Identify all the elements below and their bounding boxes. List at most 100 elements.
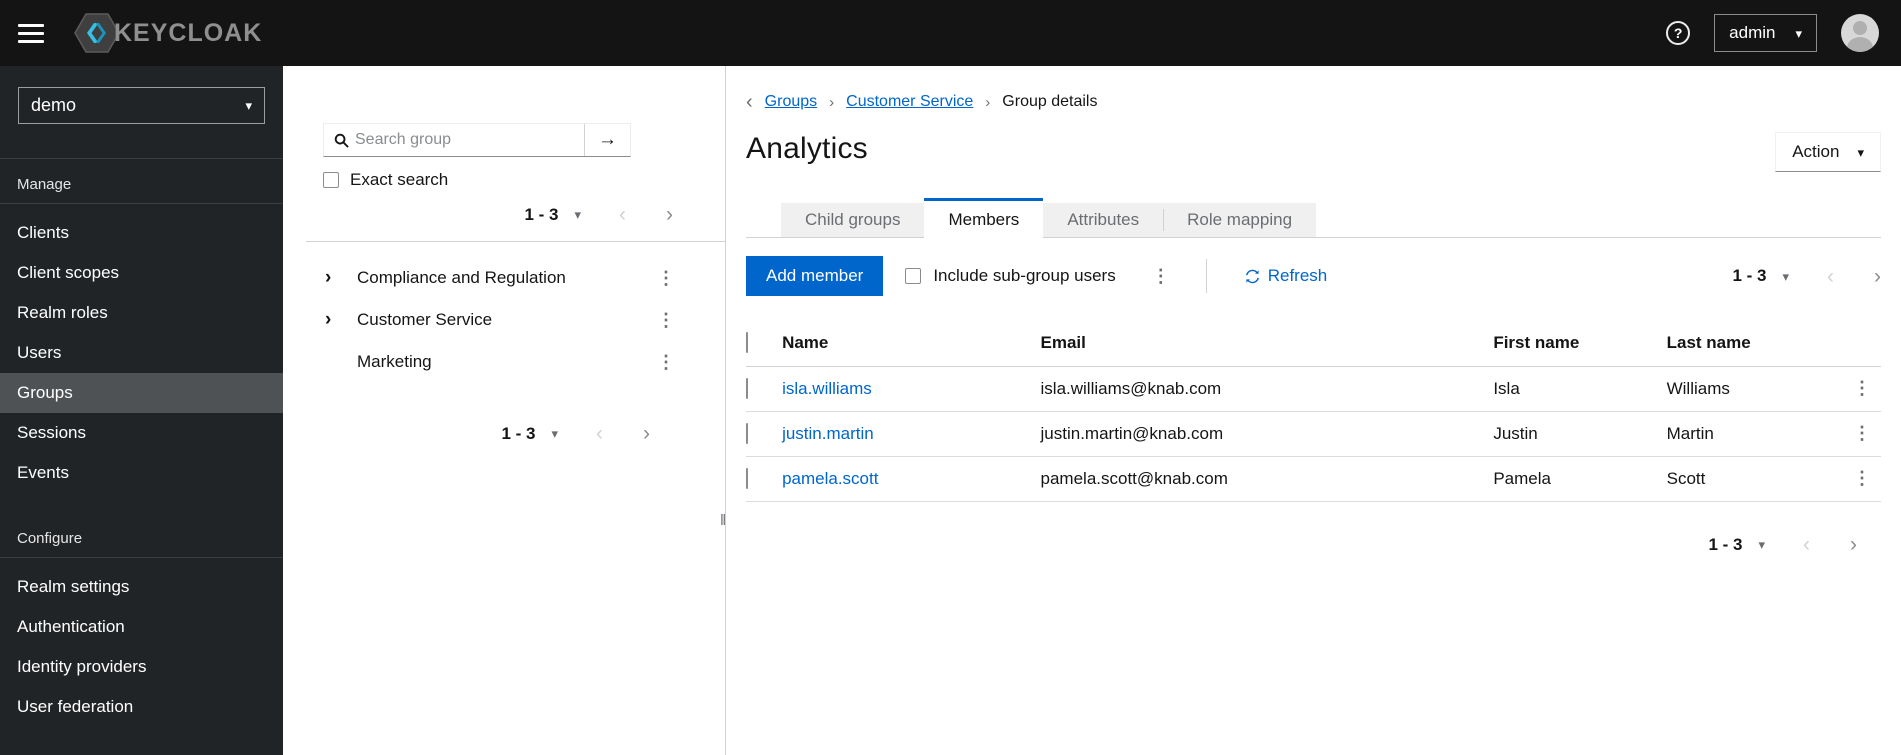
kebab-menu-icon[interactable]: ⋮ xyxy=(657,311,675,329)
action-dropdown[interactable]: Action ▾ xyxy=(1775,132,1881,172)
panel-splitter[interactable]: ‖ xyxy=(720,66,726,755)
caret-down-icon[interactable]: ▾ xyxy=(551,427,558,440)
sidebar-item-clients[interactable]: Clients xyxy=(0,213,283,253)
search-submit-button[interactable]: → xyxy=(584,124,630,156)
avatar[interactable] xyxy=(1841,14,1879,52)
sidebar-item-groups[interactable]: Groups xyxy=(0,373,283,413)
sidebar-item-user-federation[interactable]: User federation xyxy=(0,687,283,727)
tree-item-marketing[interactable]: Marketing ⋮ xyxy=(323,341,725,383)
exact-search-label: Exact search xyxy=(350,170,449,189)
member-row: pamela.scott pamela.scott@knab.com Pamel… xyxy=(746,456,1881,502)
member-name-link[interactable]: isla.williams xyxy=(782,379,872,398)
row-kebab-icon[interactable]: ⋮ xyxy=(1853,468,1871,488)
user-menu-toggle[interactable]: admin ▾ xyxy=(1714,14,1817,52)
realm-name: demo xyxy=(31,95,77,115)
sidebar-item-realm-roles[interactable]: Realm roles xyxy=(0,293,283,333)
tab-role-mapping[interactable]: Role mapping xyxy=(1163,203,1317,237)
caret-down-icon: ▾ xyxy=(245,98,252,113)
sidebar: demo ▾ Manage Clients Client scopes Real… xyxy=(0,66,283,755)
member-email: isla.williams@knab.com xyxy=(1040,366,1494,412)
pagination-next-icon[interactable]: › xyxy=(643,423,650,444)
pagination-prev-icon[interactable]: ‹ xyxy=(619,204,626,225)
tree-item-customer-service[interactable]: › Customer Service ⋮ xyxy=(323,299,725,341)
group-details-panel: ‹ Groups › Customer Service › Group deta… xyxy=(726,66,1901,755)
member-last-name: Martin xyxy=(1666,411,1847,457)
realm-selector[interactable]: demo ▾ xyxy=(18,87,265,124)
nav-toggle-icon[interactable] xyxy=(18,23,44,43)
pagination-prev-icon[interactable]: ‹ xyxy=(1803,534,1810,555)
expand-chevron-icon[interactable]: › xyxy=(325,309,357,331)
tab-attributes[interactable]: Attributes xyxy=(1043,203,1164,237)
member-email: justin.martin@knab.com xyxy=(1040,411,1494,457)
include-subgroup-checkbox[interactable] xyxy=(905,268,922,284)
member-name-link[interactable]: justin.martin xyxy=(782,424,874,443)
row-checkbox[interactable] xyxy=(746,378,748,399)
pagination-range: 1 - 3 xyxy=(1732,266,1767,285)
kebab-menu-icon[interactable]: ⋮ xyxy=(657,353,675,371)
breadcrumb-back-icon[interactable]: ‹ xyxy=(746,92,753,112)
caret-down-icon[interactable]: ▾ xyxy=(1782,270,1789,283)
tree-pagination-bottom: 1 - 3 ▾ ‹ › xyxy=(323,423,725,444)
add-member-button[interactable]: Add member xyxy=(746,256,884,296)
column-header-name: Name xyxy=(782,320,1041,367)
select-all-checkbox[interactable] xyxy=(746,332,748,353)
member-row: justin.martin justin.martin@knab.com Jus… xyxy=(746,411,1881,457)
member-row: isla.williams isla.williams@knab.com Isl… xyxy=(746,366,1881,412)
exact-search-checkbox[interactable] xyxy=(323,172,339,188)
sidebar-item-client-scopes[interactable]: Client scopes xyxy=(0,253,283,293)
pagination-next-icon[interactable]: › xyxy=(1850,534,1857,555)
breadcrumb-separator-icon: › xyxy=(985,93,991,111)
breadcrumb-separator-icon: › xyxy=(829,93,835,111)
toolbar-divider xyxy=(1205,259,1207,293)
tree-item-compliance-and-regulation[interactable]: › Compliance and Regulation ⋮ xyxy=(323,257,725,299)
tab-members[interactable]: Members xyxy=(924,198,1044,238)
tab-bar: Child groups Members Attributes Role map… xyxy=(746,198,1881,238)
group-search-input[interactable] xyxy=(349,131,584,149)
tab-child-groups[interactable]: Child groups xyxy=(781,203,925,237)
caret-down-icon[interactable]: ▾ xyxy=(574,208,581,221)
breadcrumb-link-groups[interactable]: Groups xyxy=(765,93,817,111)
toolbar-kebab-icon[interactable]: ⋮ xyxy=(1152,267,1170,285)
caret-down-icon: ▾ xyxy=(1857,144,1864,160)
row-checkbox[interactable] xyxy=(746,423,748,444)
row-kebab-icon[interactable]: ⋮ xyxy=(1853,423,1871,443)
row-kebab-icon[interactable]: ⋮ xyxy=(1853,378,1871,398)
tree-item-label: Customer Service xyxy=(357,310,493,329)
members-toolbar: Add member Include sub-group users ⋮ Ref… xyxy=(746,256,1881,296)
sidebar-item-sessions[interactable]: Sessions xyxy=(0,413,283,453)
tree-pagination-top: 1 - 3 ▾ ‹ › xyxy=(323,204,725,225)
member-name-link[interactable]: pamela.scott xyxy=(782,469,878,488)
column-header-first-name: First name xyxy=(1493,320,1667,367)
group-search: → xyxy=(323,123,631,157)
pagination-prev-icon[interactable]: ‹ xyxy=(596,423,603,444)
pagination-next-icon[interactable]: › xyxy=(1874,266,1881,287)
refresh-button[interactable]: Refresh xyxy=(1245,266,1327,286)
sidebar-item-events[interactable]: Events xyxy=(0,453,283,493)
breadcrumb-link-customer-service[interactable]: Customer Service xyxy=(846,93,973,111)
column-header-last-name: Last name xyxy=(1666,320,1847,367)
group-tree: › Compliance and Regulation ⋮ › Customer… xyxy=(323,257,725,383)
username: admin xyxy=(1729,23,1776,42)
member-last-name: Scott xyxy=(1666,456,1847,502)
kebab-menu-icon[interactable]: ⋮ xyxy=(657,269,675,287)
keycloak-logo-text: KEYCLOAK xyxy=(114,18,263,47)
breadcrumb: ‹ Groups › Customer Service › Group deta… xyxy=(746,92,1881,112)
action-dropdown-label: Action xyxy=(1792,142,1840,161)
member-first-name: Justin xyxy=(1493,411,1667,457)
expand-chevron-icon[interactable]: › xyxy=(325,267,357,289)
caret-down-icon[interactable]: ▾ xyxy=(1758,538,1765,551)
pagination-next-icon[interactable]: › xyxy=(666,204,673,225)
refresh-icon xyxy=(1245,269,1260,284)
sidebar-item-authentication[interactable]: Authentication xyxy=(0,607,283,647)
pagination-prev-icon[interactable]: ‹ xyxy=(1827,266,1834,287)
row-checkbox[interactable] xyxy=(746,468,748,489)
masthead: KEYCLOAK ? admin ▾ xyxy=(0,0,1901,66)
sidebar-item-realm-settings[interactable]: Realm settings xyxy=(0,567,283,607)
nav-section-manage: Manage xyxy=(17,176,72,193)
tree-item-label: Marketing xyxy=(357,352,432,371)
sidebar-item-users[interactable]: Users xyxy=(0,333,283,373)
drag-handle-icon[interactable]: ‖ xyxy=(720,512,726,529)
sidebar-item-identity-providers[interactable]: Identity providers xyxy=(0,647,283,687)
help-icon[interactable]: ? xyxy=(1666,21,1691,45)
nav-section-configure: Configure xyxy=(17,530,83,547)
